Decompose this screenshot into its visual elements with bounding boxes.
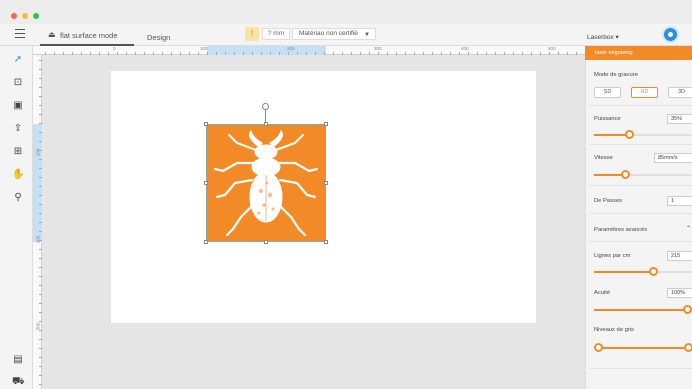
sharpness-input[interactable]: 100% — [667, 288, 692, 298]
app-window: ⏏ flat surface mode Design ! ? mm Matéri… — [0, 0, 692, 389]
zoom-tool-icon[interactable]: ⚲ — [12, 192, 24, 204]
ruler-label: 500 — [548, 46, 556, 51]
divider — [590, 368, 692, 369]
device-select[interactable]: Laserbox ▾ — [587, 33, 619, 41]
mode-hd-button[interactable]: HD — [631, 87, 658, 98]
lines-per-cm-label: Lignes par cm — [594, 253, 631, 259]
ruler-label: 200 — [287, 46, 295, 51]
device-name: Laserbox — [587, 34, 614, 41]
top-toolbar: ⏏ flat surface mode Design ! ? mm Matéri… — [0, 24, 692, 46]
grayscale-label: Niveaux de gris — [594, 327, 634, 333]
sharpness-slider-knob[interactable] — [683, 305, 692, 314]
flat-surface-icon: ⏏ — [48, 30, 56, 39]
warning-icon[interactable]: ! — [245, 27, 259, 41]
mode-sd-button[interactable]: SD — [594, 87, 621, 98]
passes-label: De Passes — [594, 198, 623, 204]
divider — [590, 105, 692, 106]
camera-tool-icon[interactable]: ⊡ — [12, 77, 24, 89]
divider — [590, 144, 692, 145]
image-tool-icon[interactable]: ▣ — [12, 100, 24, 112]
panel-header-title: laser engraving — [595, 50, 633, 56]
grayscale-min-knob[interactable] — [594, 343, 603, 352]
left-toolbar: ➚ ⊡ ▣ ⇪ ⊞ ✋ ⚲ ▤ ⛟ — [0, 46, 33, 389]
ruler-label: 400 — [461, 46, 469, 51]
grayscale-max-knob[interactable] — [684, 343, 692, 352]
close-window-button[interactable] — [11, 13, 17, 19]
focus-distance-field[interactable]: ? mm — [262, 28, 290, 40]
resize-handle[interactable] — [324, 240, 328, 244]
sharpness-slider-fill — [594, 309, 688, 311]
flat-surface-mode-tab[interactable]: flat surface mode — [60, 31, 118, 40]
chevron-up-icon[interactable]: ⌃ — [686, 226, 691, 232]
chevron-down-icon: ▼ — [364, 32, 370, 38]
cart-icon[interactable]: ⛟ — [12, 376, 25, 388]
advanced-settings-toggle[interactable]: Paramètres avancés — [594, 227, 647, 233]
engrave-mode-label: Mode de gravure — [594, 72, 638, 78]
upload-tool-icon[interactable]: ⇪ — [12, 123, 24, 135]
speed-label: Vitesse — [594, 155, 613, 161]
hand-tool-icon[interactable]: ✋ — [12, 169, 24, 181]
material-value: Matériau non certifié — [299, 30, 358, 37]
power-label: Puissance — [594, 116, 621, 122]
ruler-label: 0 — [113, 46, 116, 51]
minimize-window-button[interactable] — [22, 13, 28, 19]
lines-per-cm-slider-fill — [594, 271, 654, 273]
select-tool-icon[interactable]: ➚ — [12, 54, 24, 66]
panel-header: laser engraving — [585, 46, 692, 60]
beetle-illustration — [213, 130, 319, 237]
lines-per-cm-select[interactable]: 215 — [667, 251, 692, 261]
ruler-label: 300 — [374, 46, 382, 51]
resize-handle[interactable] — [264, 122, 268, 126]
divider — [590, 185, 692, 186]
shape-tool-icon[interactable]: ⊞ — [12, 146, 24, 158]
hamburger-menu-icon[interactable] — [15, 29, 25, 38]
zoom-window-button[interactable] — [33, 13, 39, 19]
grayscale-range-fill — [597, 347, 689, 349]
sharpness-label: Acuité — [594, 290, 611, 296]
beetle-image[interactable] — [206, 124, 326, 242]
mode-3d-button[interactable]: 3D — [668, 87, 692, 98]
speed-slider-knob[interactable] — [621, 170, 630, 179]
device-status-icon[interactable] — [662, 26, 679, 43]
speed-input[interactable]: 85mm/s — [654, 153, 692, 163]
title-bar — [0, 0, 692, 24]
rotate-handle[interactable] — [262, 103, 269, 110]
resize-handle[interactable] — [324, 181, 328, 185]
resize-handle[interactable] — [264, 240, 268, 244]
lines-per-cm-slider-knob[interactable] — [649, 267, 658, 276]
material-select[interactable]: Matériau non certifié ▼ — [292, 28, 376, 40]
chat-icon[interactable]: ▤ — [12, 354, 24, 366]
resize-handle[interactable] — [204, 240, 208, 244]
resize-handle[interactable] — [204, 122, 208, 126]
divider — [590, 241, 692, 242]
divider — [590, 213, 692, 214]
ruler-label: 100 — [200, 46, 208, 51]
resize-handle[interactable] — [204, 181, 208, 185]
power-slider-knob[interactable] — [625, 130, 634, 139]
design-tab[interactable]: Design — [147, 33, 170, 42]
passes-input[interactable]: 1 — [667, 196, 692, 206]
power-input[interactable]: 35% — [667, 114, 692, 124]
resize-handle[interactable] — [324, 122, 328, 126]
